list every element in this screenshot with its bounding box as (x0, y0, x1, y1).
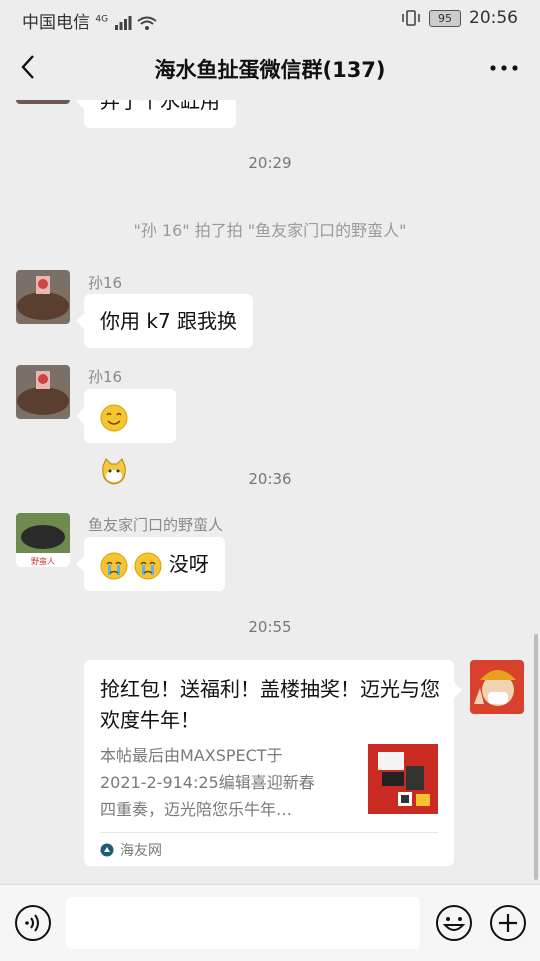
card-divider (100, 832, 438, 833)
card-desc-line: 本帖最后由MAXSPECT于 (100, 746, 283, 765)
avatar[interactable] (16, 270, 70, 324)
avatar[interactable] (16, 100, 70, 104)
card-title: 抢红包！送福利！盖楼抽奖！迈光与您欢度牛年！ (100, 677, 440, 732)
signal-icon (114, 16, 132, 30)
clock: 20:56 (469, 8, 518, 28)
message-text: 没呀 (168, 552, 209, 576)
smile-emoji-icon (100, 404, 128, 431)
card-thumbnail (368, 744, 438, 814)
wifi-icon (137, 16, 157, 30)
card-description: 本帖最后由MAXSPECT于 2021-2-914:25编辑喜迎新春 四重奏，迈… (100, 742, 350, 823)
card-source-name: 海友网 (120, 843, 162, 859)
battery-icon: 95 (429, 9, 461, 27)
message-bubble[interactable]: 弄了个水缸用 (76, 100, 236, 128)
plus-icon[interactable] (489, 904, 527, 942)
sender-name: 鱼友家门口的野蛮人 (88, 516, 224, 534)
avatar[interactable] (16, 365, 70, 419)
card-desc-line: 2021-2-914:25编辑喜迎新春 (100, 773, 315, 792)
avatar[interactable]: 野蛮人 (16, 513, 70, 567)
scrollbar[interactable] (534, 634, 538, 880)
sender-name: 孙16 (88, 274, 123, 292)
timestamp: 20:36 (248, 470, 292, 488)
nav-bar: 海水鱼扯蛋微信群(137) (0, 36, 540, 100)
link-card[interactable]: 抢红包！送福利！盖楼抽奖！迈光与您欢度牛年！ 本帖最后由MAXSPECT于 20… (84, 660, 462, 866)
message-input[interactable] (66, 897, 420, 949)
status-left: 中国电信 4G (22, 8, 157, 33)
timestamp: 20:55 (248, 618, 292, 636)
chat-title: 海水鱼扯蛋微信群(137) (154, 58, 386, 82)
message-bubble[interactable] (76, 389, 176, 485)
card-desc-line: 四重奏，迈光陪您乐牛年… (100, 800, 293, 819)
message-text: 弄了个水缸用 (100, 100, 220, 113)
carrier-label: 中国电信 (22, 13, 90, 33)
input-bar (0, 884, 540, 961)
my-avatar[interactable] (470, 660, 524, 714)
message-text: 你用 k7 跟我换 (100, 309, 238, 333)
message-bubble[interactable]: 没呀 (76, 537, 225, 591)
crying-emoji-icon (134, 552, 162, 579)
status-right: 95 20:56 (401, 8, 518, 28)
status-bar: 中国电信 4G 95 20:56 (0, 0, 540, 36)
chat-area[interactable]: 弄了个水缸用 20:29 "孙 16" 拍了拍 "鱼友家门口的野蛮人" 孙16 … (0, 100, 540, 884)
vibrate-icon (402, 10, 420, 26)
emoji-icon[interactable] (435, 904, 473, 942)
system-message: "孙 16" 拍了拍 "鱼友家门口的野蛮人" (133, 221, 407, 240)
sender-name: 孙16 (88, 368, 123, 386)
message-bubble[interactable]: 你用 k7 跟我换 (75, 294, 254, 348)
card-source: 海友网 (100, 840, 162, 860)
voice-icon[interactable] (14, 904, 52, 942)
timestamp: 20:29 (248, 154, 292, 172)
more-icon[interactable] (488, 54, 520, 82)
network-label: 4G (95, 14, 109, 25)
crying-emoji-icon (100, 552, 128, 579)
source-logo-icon (100, 843, 114, 857)
svg-text:野蛮人: 野蛮人 (31, 556, 55, 566)
